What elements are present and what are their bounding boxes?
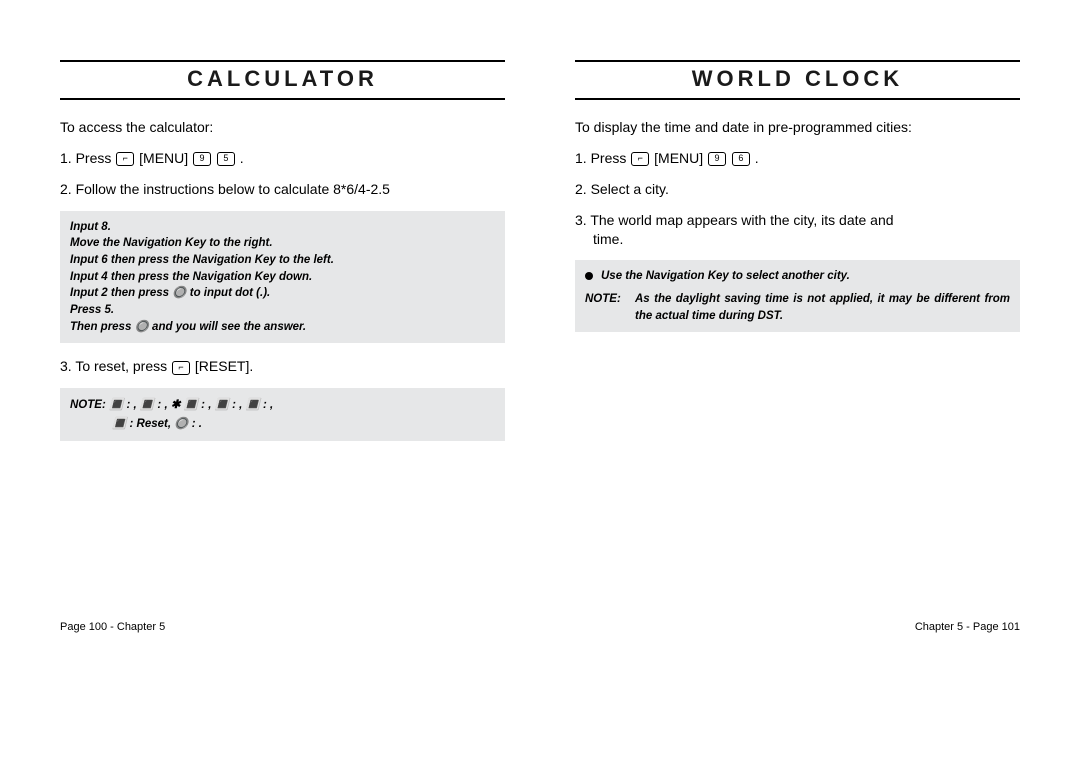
left-page: CALCULATOR To access the calculator: 1. … [60,60,505,763]
calculator-example-box: Input 8. Move the Navigation Key to the … [60,211,505,344]
softkey-icon: ⌐ [631,152,649,166]
note-line: Then press 🔘 and you will see the answer… [70,319,495,336]
bullet-text: Use the Navigation Key to select another… [601,268,850,285]
softkey-icon: ⌐ [116,152,134,166]
note-line: Input 4 then press the Navigation Key do… [70,269,495,286]
note-line: Input 2 then press 🔘 to input dot (.). [70,285,495,302]
note-symbols-line2: 🔳 : Reset, 🔘 : . [112,418,202,430]
title-underline [60,98,505,100]
right-footer: Chapter 5 - Page 101 [915,621,1020,633]
key-6-icon: 6 [732,152,750,166]
left-title: CALCULATOR [60,60,505,92]
note-text: As the daylight saving time is not appli… [635,291,1010,324]
right-step-1: 1. Press ⌐ [MENU] 9 6 . [575,149,1020,168]
left-body: To access the calculator: 1. Press ⌐ [ME… [60,118,505,455]
left-footer: Page 100 - Chapter 5 [60,621,165,633]
note-symbols-body: 🔳 : , 🔳 : , ✱ 🔳 : , 🔳 : , 🔳 : , [106,399,273,411]
key-5-icon: 5 [217,152,235,166]
left-step-3: 3. To reset, press ⌐ [RESET]. [60,357,505,376]
right-intro: To display the time and date in pre-prog… [575,118,1020,137]
softkey-icon: ⌐ [172,361,190,375]
note-line: Input 6 then press the Navigation Key to… [70,252,495,269]
note-symbols-box: NOTE: 🔳 : , 🔳 : , ✱ 🔳 : , 🔳 : , 🔳 : , 🔳 … [60,388,505,441]
note-line: Press 5. [70,302,495,319]
note-row: NOTE: As the daylight saving time is not… [585,291,1010,324]
key-9-icon: 9 [193,152,211,166]
page-spread: CALCULATOR To access the calculator: 1. … [0,0,1080,763]
note-label: NOTE: [585,291,635,324]
note-label: NOTE: [70,399,106,411]
key-9-icon: 9 [708,152,726,166]
title-underline [575,98,1020,100]
left-intro: To access the calculator: [60,118,505,137]
right-step-3: 3. The world map appears with the city, … [575,211,1020,249]
note-line: Input 8. [70,219,495,236]
note-line: Move the Navigation Key to the right. [70,235,495,252]
right-step-2: 2. Select a city. [575,180,1020,199]
left-step-1: 1. Press ⌐ [MENU] 9 5 . [60,149,505,168]
note-bullet: Use the Navigation Key to select another… [585,268,1010,285]
right-title: WORLD CLOCK [575,60,1020,92]
right-body: To display the time and date in pre-prog… [575,118,1020,346]
right-page: WORLD CLOCK To display the time and date… [575,60,1020,763]
bullet-icon [585,272,593,280]
world-clock-note-box: Use the Navigation Key to select another… [575,260,1020,332]
left-step-2: 2. Follow the instructions below to calc… [60,180,505,199]
